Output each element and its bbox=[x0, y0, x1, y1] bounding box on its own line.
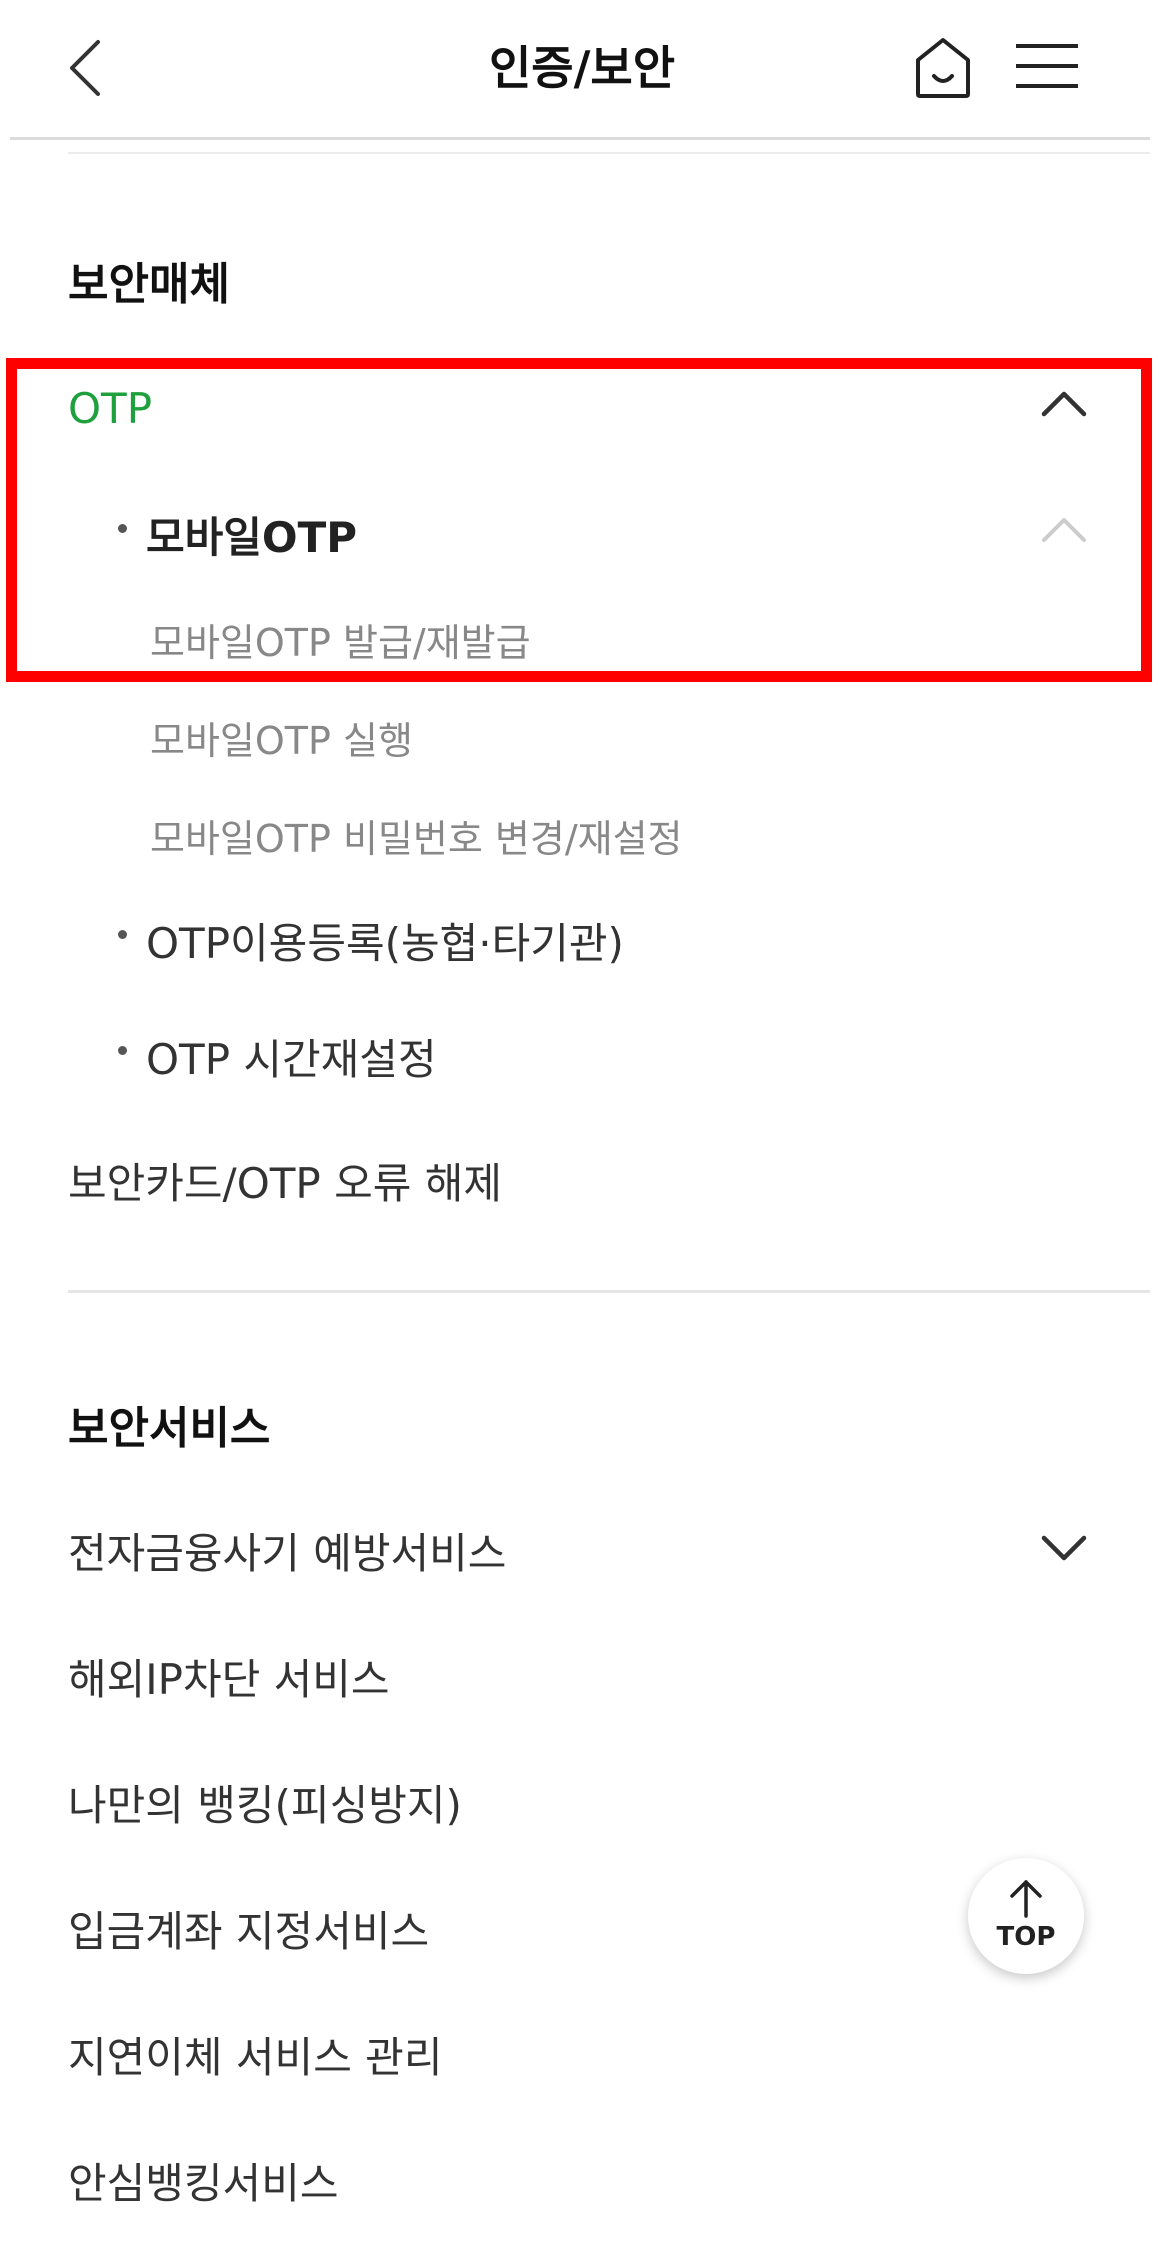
submenu-item-mobile-otp-label: 모바일OTP bbox=[146, 513, 358, 562]
menu-item-delayed-transfer-label: 지연이체 서비스 관리 bbox=[68, 2033, 443, 2082]
header-divider bbox=[10, 137, 1150, 140]
link-mobile-otp-password-label: 모바일OTP 비밀번호 변경/재설정 bbox=[150, 817, 683, 861]
menu-item-safe-banking-label: 안심뱅킹서비스 bbox=[68, 2159, 339, 2208]
link-mobile-otp-run-label: 모바일OTP 실행 bbox=[150, 719, 413, 763]
link-mobile-otp-password[interactable]: 모바일OTP 비밀번호 변경/재설정 bbox=[0, 800, 1164, 870]
home-button[interactable] bbox=[910, 34, 976, 102]
submenu-item-otp-time-reset[interactable]: OTP 시간재설정 bbox=[0, 1016, 1164, 1100]
menu-item-otp-label: OTP bbox=[68, 384, 153, 433]
menu-item-error-release[interactable]: 보안카드/OTP 오류 해제 bbox=[0, 1136, 1164, 1226]
section-divider bbox=[68, 1290, 1150, 1293]
submenu-item-otp-register-label: OTP이용등록(농협·타기관) bbox=[146, 919, 624, 968]
page-title: 인증/보안 bbox=[488, 41, 676, 95]
header-subdivider bbox=[68, 152, 1150, 154]
menu-item-safe-banking[interactable]: 안심뱅킹서비스 bbox=[0, 2136, 1164, 2226]
menu-item-overseas-ip-block[interactable]: 해외IP차단 서비스 bbox=[0, 1632, 1164, 1722]
app-header: 인증/보안 bbox=[0, 0, 1164, 140]
menu-item-fraud-prevention[interactable]: 전자금융사기 예방서비스 bbox=[0, 1504, 1164, 1594]
chevron-up-icon bbox=[1042, 518, 1086, 542]
bullet-icon bbox=[118, 524, 127, 533]
bullet-icon bbox=[118, 930, 127, 939]
menu-item-overseas-ip-block-label: 해외IP차단 서비스 bbox=[68, 1655, 390, 1704]
menu-item-my-banking-label: 나만의 뱅킹(피싱방지) bbox=[68, 1781, 462, 1830]
menu-item-my-banking[interactable]: 나만의 뱅킹(피싱방지) bbox=[0, 1758, 1164, 1848]
arrow-up-icon bbox=[1010, 1880, 1042, 1918]
submenu-item-otp-register[interactable]: OTP이용등록(농협·타기관) bbox=[0, 900, 1164, 984]
chevron-down-icon bbox=[1041, 1535, 1087, 1561]
bullet-icon bbox=[118, 1046, 127, 1055]
section-title-security-media: 보안매체 bbox=[68, 259, 230, 310]
menu-item-delayed-transfer[interactable]: 지연이체 서비스 관리 bbox=[0, 2010, 1164, 2100]
menu-item-deposit-account-label: 입금계좌 지정서비스 bbox=[68, 1907, 430, 1956]
chevron-up-icon bbox=[1041, 391, 1087, 417]
hamburger-menu-icon bbox=[1016, 44, 1078, 88]
home-icon bbox=[916, 38, 970, 98]
scroll-top-button[interactable]: TOP bbox=[968, 1858, 1084, 1974]
submenu-item-otp-time-reset-label: OTP 시간재설정 bbox=[146, 1035, 437, 1084]
link-mobile-otp-run[interactable]: 모바일OTP 실행 bbox=[0, 702, 1164, 772]
section-title-security-services: 보안서비스 bbox=[68, 1403, 271, 1454]
menu-button[interactable] bbox=[1012, 38, 1082, 94]
link-mobile-otp-issue[interactable]: 모바일OTP 발급/재발급 bbox=[0, 604, 1164, 674]
menu-item-fraud-prevention-label: 전자금융사기 예방서비스 bbox=[68, 1529, 507, 1578]
submenu-item-mobile-otp[interactable]: 모바일OTP bbox=[0, 492, 1164, 582]
menu-item-error-release-label: 보안카드/OTP 오류 해제 bbox=[68, 1159, 503, 1208]
scroll-top-label: TOP bbox=[996, 1922, 1056, 1952]
link-mobile-otp-issue-label: 모바일OTP 발급/재발급 bbox=[150, 621, 531, 665]
menu-item-otp[interactable]: OTP bbox=[0, 372, 1164, 462]
